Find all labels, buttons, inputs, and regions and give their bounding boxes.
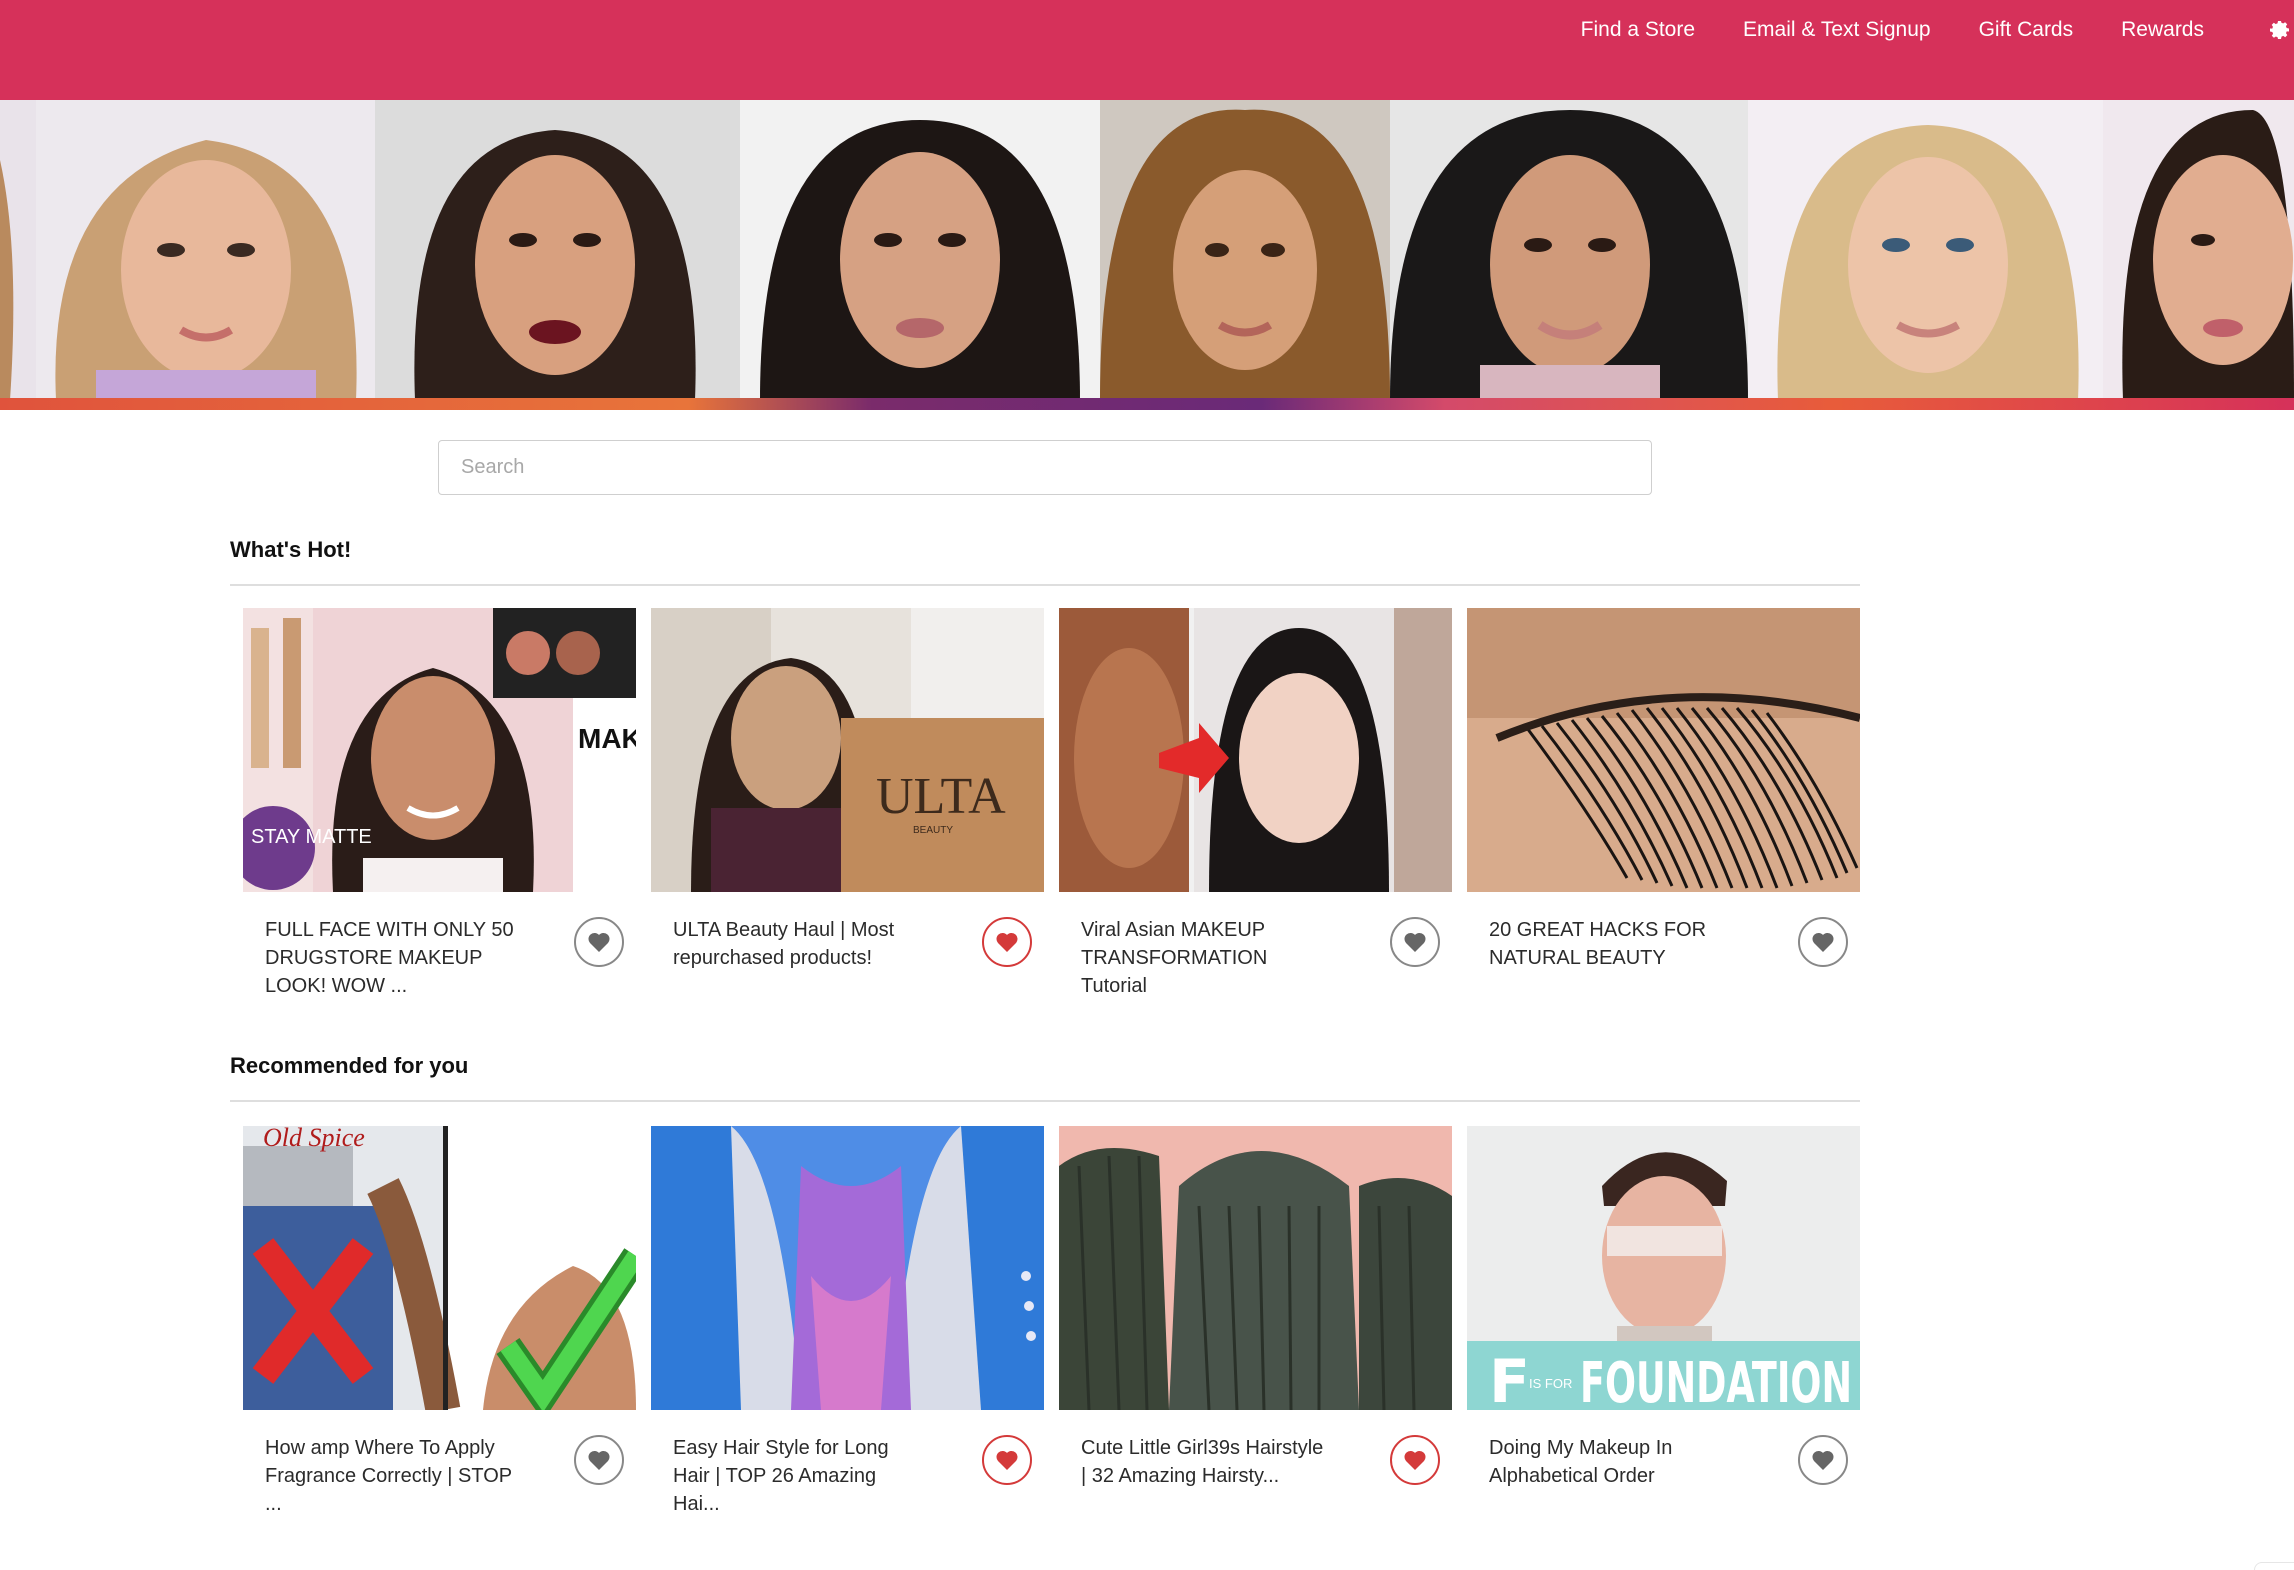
video-title[interactable]: 20 GREAT HACKS FOR NATURAL BEAUTY — [1489, 916, 1739, 972]
hero-portrait — [1748, 100, 2103, 400]
video-thumbnail[interactable]: Old Spice — [243, 1126, 636, 1410]
video-thumbnail[interactable]: ULTA BEAUTY — [651, 608, 1044, 892]
favorite-button[interactable] — [1798, 917, 1848, 967]
ulta-beauty-label: BEAUTY — [913, 825, 953, 836]
top-navigation-bar: Find a Store Email & Text Signup Gift Ca… — [0, 0, 2294, 100]
hero-portrait — [740, 100, 1100, 400]
video-title[interactable]: FULL FACE WITH ONLY 50 DRUGSTORE MAKEUP … — [265, 916, 515, 1000]
video-card[interactable]: Cute Little Girl39s Hairstyle | 32 Amazi… — [1059, 1126, 1452, 1487]
video-thumbnail[interactable]: STAY MATTE MAK LO — [243, 608, 636, 892]
video-card[interactable]: STAY MATTE MAK LO FULL FACE WITH ONLY 50… — [243, 608, 636, 997]
favorite-button[interactable] — [1798, 1435, 1848, 1485]
video-thumbnail[interactable] — [651, 1126, 1044, 1410]
video-card[interactable]: F IS FOR FOUNDATION Doing My Makeup In A… — [1467, 1126, 1860, 1487]
hero-banner — [0, 100, 2294, 400]
hero-portrait — [1100, 100, 1390, 400]
video-thumbnail[interactable] — [1467, 608, 1860, 892]
video-thumbnail[interactable] — [1059, 1126, 1452, 1410]
video-title[interactable]: Cute Little Girl39s Hairstyle | 32 Amazi… — [1081, 1434, 1331, 1490]
gear-icon[interactable] — [2266, 16, 2294, 44]
foundation-f-label: F — [1489, 1347, 1530, 1410]
video-card[interactable]: Easy Hair Style for Long Hair | TOP 26 A… — [651, 1126, 1044, 1515]
recommended-cards: Old Spice How amp Where To Apply Fragran… — [243, 1126, 1860, 1515]
section-divider — [230, 1100, 1860, 1102]
video-title[interactable]: Doing My Makeup In Alphabetical Order — [1489, 1434, 1739, 1490]
whats-hot-cards: STAY MATTE MAK LO FULL FACE WITH ONLY 50… — [243, 608, 1860, 997]
ulta-box-label: ULTA — [876, 768, 1006, 825]
hero-portrait — [1390, 100, 1748, 400]
video-thumbnail[interactable]: F IS FOR FOUNDATION — [1467, 1126, 1860, 1410]
heart-icon — [996, 932, 1018, 952]
video-title[interactable]: Easy Hair Style for Long Hair | TOP 26 A… — [673, 1434, 923, 1518]
foundation-word-label: FOUNDATION — [1580, 1351, 1852, 1410]
hero-portrait — [2103, 100, 2294, 400]
video-card[interactable]: Viral Asian MAKEUP TRANSFORMATION Tutori… — [1059, 608, 1452, 997]
chat-widget-tab[interactable] — [2254, 1562, 2294, 1570]
heart-icon — [1404, 1450, 1426, 1470]
foundation-is-for-label: IS FOR — [1529, 1376, 1572, 1391]
old-spice-label: Old Spice — [263, 1126, 365, 1152]
video-title[interactable]: ULTA Beauty Haul | Most repurchased prod… — [673, 916, 923, 972]
hero-portrait — [375, 100, 740, 400]
video-title[interactable]: How amp Where To Apply Fragrance Correct… — [265, 1434, 515, 1518]
video-thumbnail[interactable] — [1059, 608, 1452, 892]
video-card[interactable]: 20 GREAT HACKS FOR NATURAL BEAUTY — [1467, 608, 1860, 969]
favorite-button[interactable] — [982, 917, 1032, 967]
video-title[interactable]: Viral Asian MAKEUP TRANSFORMATION Tutori… — [1081, 916, 1331, 1000]
nav-gift-cards[interactable]: Gift Cards — [1979, 16, 2074, 44]
stay-matte-label: STAY MATTE — [251, 826, 372, 848]
favorite-button[interactable] — [982, 1435, 1032, 1485]
heart-icon — [588, 1450, 610, 1470]
nav-rewards[interactable]: Rewards — [2121, 16, 2204, 44]
section-title-recommended: Recommended for you — [230, 1053, 469, 1078]
nav-email-text-signup[interactable]: Email & Text Signup — [1743, 16, 1931, 44]
section-divider — [230, 584, 1860, 586]
favorite-button[interactable] — [1390, 917, 1440, 967]
video-card[interactable]: Old Spice How amp Where To Apply Fragran… — [243, 1126, 636, 1515]
section-title-whats-hot: What's Hot! — [230, 537, 352, 562]
heart-icon — [1812, 1450, 1834, 1470]
favorite-button[interactable] — [574, 917, 624, 967]
makeup-label: MAK LO — [578, 723, 636, 754]
header-nav: Find a Store Email & Text Signup Gift Ca… — [1533, 16, 2294, 44]
heart-icon — [996, 1450, 1018, 1470]
hero-portrait — [0, 100, 36, 400]
favorite-button[interactable] — [574, 1435, 624, 1485]
hero-portrait — [36, 100, 375, 400]
hero-accent-stripe — [0, 398, 2294, 410]
video-card[interactable]: ULTA BEAUTY ULTA Beauty Haul | Most repu… — [651, 608, 1044, 969]
favorite-button[interactable] — [1390, 1435, 1440, 1485]
search-input[interactable] — [438, 440, 1652, 495]
heart-icon — [588, 932, 610, 952]
heart-icon — [1812, 932, 1834, 952]
nav-find-a-store[interactable]: Find a Store — [1581, 16, 1695, 44]
heart-icon — [1404, 932, 1426, 952]
